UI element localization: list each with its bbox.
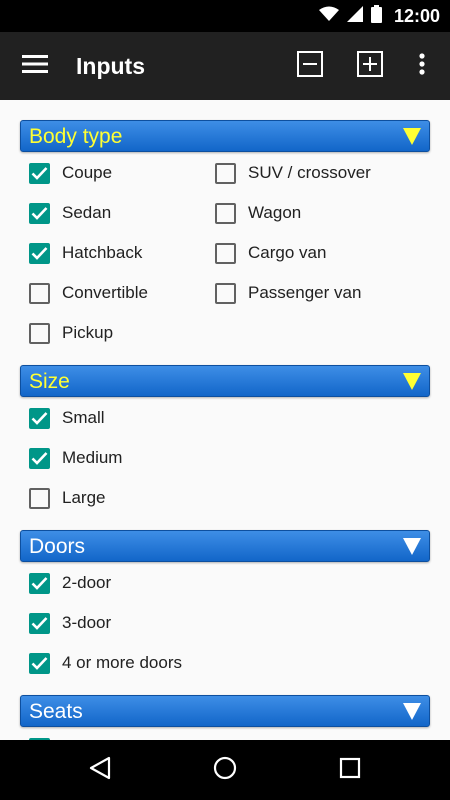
recents-square-icon: [339, 757, 361, 784]
filter-list: Body type Coupe Sedan Hatchback Converti…: [0, 100, 450, 740]
checkbox-unchecked-icon: [29, 487, 50, 509]
checkbox-unchecked-icon: [215, 202, 236, 224]
checkbox-small[interactable]: Small: [29, 400, 105, 436]
checkbox-checked-icon: [29, 242, 50, 264]
checkbox-suv-crossover[interactable]: SUV / crossover: [215, 155, 371, 191]
section-title: Body type: [29, 125, 123, 148]
checkbox-label: Medium: [62, 448, 123, 467]
checkbox-3-door[interactable]: 3-door: [29, 605, 111, 641]
checkbox-unchecked-icon: [215, 242, 236, 264]
checkbox-coupe[interactable]: Coupe: [29, 155, 112, 191]
checkbox-label: Small: [62, 408, 105, 427]
checkbox-medium[interactable]: Medium: [29, 440, 122, 476]
checkbox-label: Large: [62, 488, 106, 507]
checkbox-2-door[interactable]: 2-door: [29, 565, 111, 601]
section-header-size[interactable]: Size: [20, 365, 430, 397]
checkbox-label: SUV / crossover: [248, 163, 371, 182]
expand-all-button[interactable]: [350, 46, 390, 86]
section-header-seats[interactable]: Seats: [20, 695, 430, 727]
chevron-down-icon: [403, 703, 421, 720]
checkbox-pickup[interactable]: Pickup: [29, 315, 113, 351]
home-button[interactable]: [200, 750, 250, 790]
chevron-down-icon: [403, 128, 421, 145]
wifi-icon: [318, 6, 339, 27]
checkbox-label: Hatchback: [62, 243, 143, 262]
plus-square-icon: [357, 50, 383, 82]
checkbox-seats-first[interactable]: [29, 730, 62, 740]
checkbox-checked-icon: [29, 612, 50, 634]
checkbox-unchecked-icon: [29, 282, 50, 304]
minus-square-icon: [297, 50, 323, 82]
status-time: 12:00: [393, 5, 440, 26]
status-icons: 12:00: [318, 0, 440, 32]
checkbox-unchecked-icon: [29, 322, 50, 344]
menu-button[interactable]: [14, 46, 56, 86]
checkbox-label: Wagon: [248, 203, 302, 222]
checkbox-label: Convertible: [62, 283, 148, 302]
battery-icon: [370, 4, 382, 28]
checkbox-cargo-van[interactable]: Cargo van: [215, 235, 326, 271]
checkbox-label: Sedan: [62, 203, 112, 222]
checkbox-sedan[interactable]: Sedan: [29, 195, 111, 231]
checkbox-hatchback[interactable]: Hatchback: [29, 235, 142, 271]
checkbox-unchecked-icon: [215, 162, 236, 184]
back-triangle-icon: [89, 756, 111, 785]
hamburger-icon: [22, 54, 48, 78]
section-title: Size: [29, 370, 70, 393]
checkbox-checked-icon: [29, 407, 50, 429]
status-bar: 12:00: [0, 0, 450, 32]
home-circle-icon: [213, 756, 237, 785]
checkbox-checked-icon: [29, 572, 50, 594]
checkbox-checked-icon: [29, 652, 50, 674]
checkbox-label: Cargo van: [248, 243, 327, 262]
more-vert-icon: [419, 52, 425, 80]
checkbox-label: Coupe: [62, 163, 113, 182]
back-button[interactable]: [75, 750, 125, 790]
checkbox-checked-icon: [29, 202, 50, 224]
signal-icon: [346, 5, 363, 27]
navigation-bar: [0, 740, 450, 800]
section-title: Seats: [29, 700, 83, 723]
checkbox-passenger-van[interactable]: Passenger van: [215, 275, 361, 311]
checkbox-label: 2-door: [62, 573, 112, 592]
checkbox-label: 4 or more doors: [62, 653, 182, 672]
checkbox-checked-icon: [29, 447, 50, 469]
checkbox-checked-icon: [29, 162, 50, 184]
chevron-down-icon: [403, 538, 421, 555]
page-title: Inputs: [76, 53, 145, 79]
checkbox-label: Passenger van: [248, 283, 362, 302]
section-header-doors[interactable]: Doors: [20, 530, 430, 562]
overflow-menu-button[interactable]: [402, 46, 442, 86]
checkbox-label: 3-door: [62, 613, 112, 632]
checkbox-wagon[interactable]: Wagon: [215, 195, 301, 231]
checkbox-convertible[interactable]: Convertible: [29, 275, 148, 311]
recents-button[interactable]: [325, 750, 375, 790]
section-header-body-type[interactable]: Body type: [20, 120, 430, 152]
collapse-all-button[interactable]: [290, 46, 330, 86]
checkbox-unchecked-icon: [215, 282, 236, 304]
checkbox-large[interactable]: Large: [29, 480, 105, 516]
app-bar: Inputs: [0, 32, 450, 100]
checkbox-4-or-more-doors[interactable]: 4 or more doors: [29, 645, 182, 681]
section-title: Doors: [29, 535, 86, 558]
chevron-down-icon: [403, 373, 421, 390]
checkbox-label: Pickup: [62, 323, 114, 342]
